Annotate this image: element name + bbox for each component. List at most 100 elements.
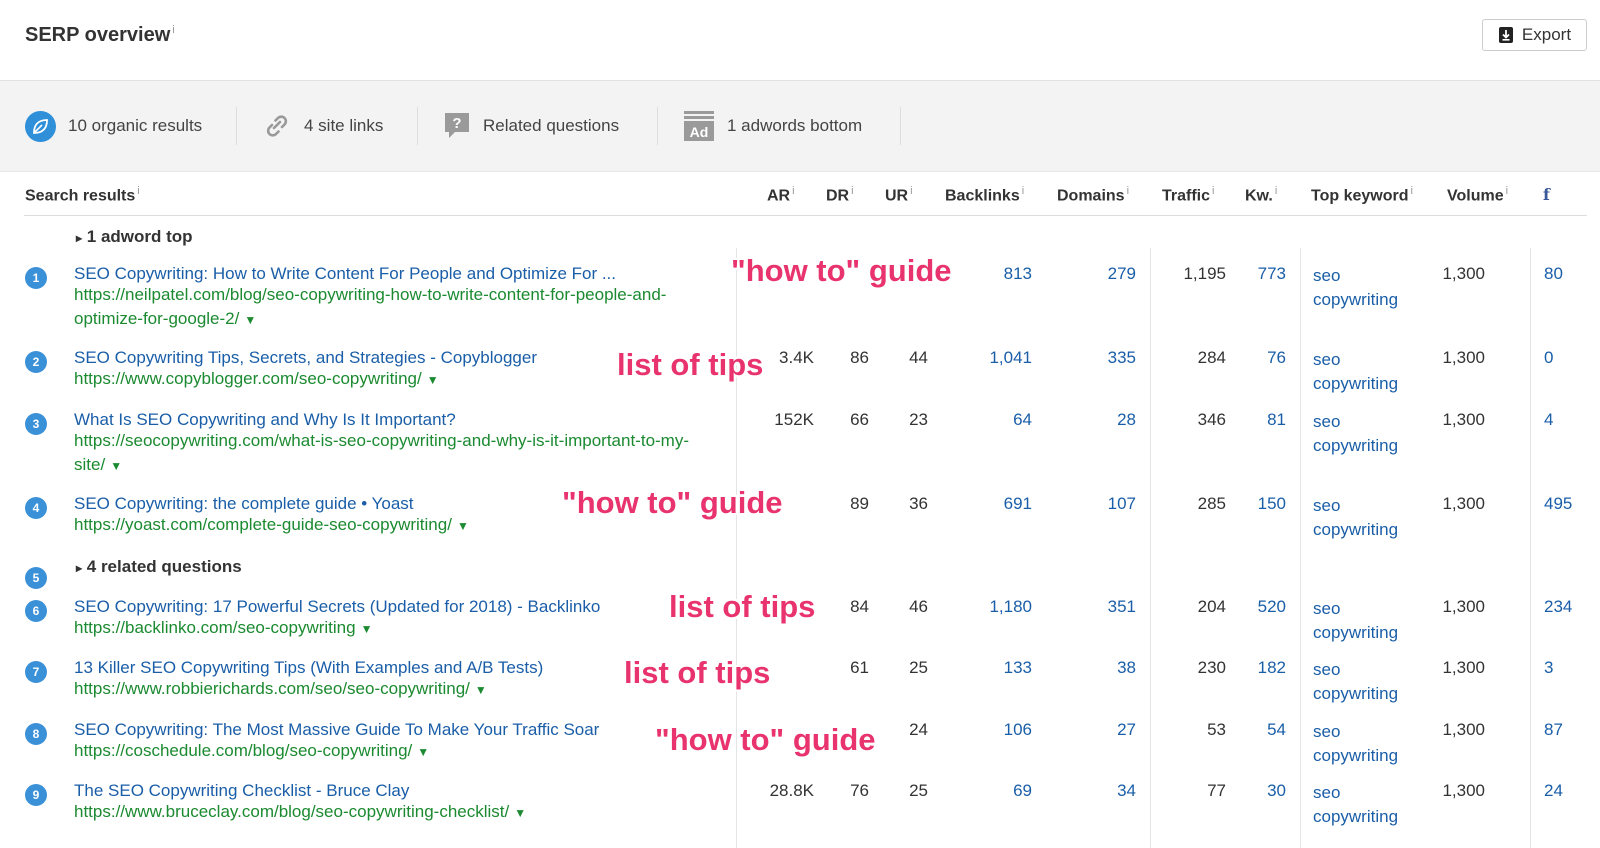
kw-value[interactable]: 30 [1267,781,1286,801]
rank-badge: 1 [25,267,47,289]
facebook-value[interactable]: 3 [1544,658,1553,678]
top-keyword-link[interactable]: seo copywriting [1313,658,1403,706]
top-keyword-link[interactable]: seo copywriting [1313,597,1403,645]
backlinks-value[interactable]: 1,041 [989,348,1032,368]
leaf-icon [25,110,56,142]
facebook-value[interactable]: 4 [1544,410,1553,430]
result-url-link[interactable]: https://www.bruceclay.com/blog/seo-copyw… [74,800,714,825]
feature-organic[interactable]: 10 organic results [25,81,202,171]
annotation-how-to-guide: "how to" guide [562,485,783,520]
domains-value[interactable]: 107 [1108,494,1136,514]
col-top-keyword[interactable]: Top keyword i [1311,185,1413,205]
domains-value[interactable]: 27 [1117,720,1136,740]
facebook-icon[interactable]: f [1543,185,1550,204]
domains-value[interactable]: 28 [1117,410,1136,430]
traffic-value: 204 [1197,597,1226,616]
col-traffic[interactable]: Traffic i [1162,185,1214,205]
result-title-link[interactable]: What Is SEO Copywriting and Why Is It Im… [74,410,456,430]
feature-sitelinks[interactable]: 4 site links [262,81,383,171]
ur-value: 25 [909,658,928,677]
dr-value: 61 [850,658,869,677]
backlinks-value[interactable]: 1,180 [989,597,1032,617]
kw-value[interactable]: 54 [1267,720,1286,740]
facebook-value[interactable]: 234 [1544,597,1572,617]
kw-value[interactable]: 76 [1267,348,1286,368]
related-questions-toggle[interactable]: ▸ 4 related questions [76,557,242,577]
result-title-link[interactable]: SEO Copywriting: The Most Massive Guide … [74,720,599,740]
svg-text:Ad: Ad [690,124,709,140]
result-title-link[interactable]: 13 Killer SEO Copywriting Tips (With Exa… [74,658,543,678]
annotation-how-to-guide: "how to" guide [655,722,876,757]
col-backlinks[interactable]: Backlinks i [945,185,1024,205]
backlinks-value[interactable]: 64 [1013,410,1032,430]
dropdown-caret-icon: ▼ [514,806,527,820]
divider [24,215,1587,216]
col-domains[interactable]: Domains i [1057,185,1129,205]
volume-value: 1,300 [1442,781,1485,800]
caret-right-icon: ▸ [76,231,83,245]
result-url-link[interactable]: https://neilpatel.com/blog/seo-copywriti… [74,283,714,332]
traffic-value: 285 [1197,494,1226,513]
feature-related-questions[interactable]: ? Related questions [443,81,619,171]
kw-value[interactable]: 150 [1258,494,1286,514]
result-title-link[interactable]: The SEO Copywriting Checklist - Bruce Cl… [74,781,409,801]
facebook-value[interactable]: 495 [1544,494,1572,514]
domains-value[interactable]: 351 [1108,597,1136,617]
backlinks-value[interactable]: 691 [1004,494,1032,514]
result-url-link[interactable]: https://www.robbierichards.com/seo/seo-c… [74,677,714,702]
backlinks-value[interactable]: 813 [1004,264,1032,284]
col-kw[interactable]: Kw. i [1245,185,1277,205]
annotation-list-of-tips: list of tips [617,347,764,382]
dr-value: 84 [850,597,869,616]
feature-adwords[interactable]: Ad 1 adwords bottom [683,81,862,171]
col-ar[interactable]: AR i [767,185,795,205]
domains-value[interactable]: 335 [1108,348,1136,368]
facebook-value[interactable]: 0 [1544,348,1553,368]
top-keyword-link[interactable]: seo copywriting [1313,410,1403,458]
domains-value[interactable]: 279 [1108,264,1136,284]
ar-value: 152K [774,410,814,429]
dr-value: 76 [850,781,869,800]
kw-value[interactable]: 182 [1258,658,1286,678]
ur-value: 23 [909,410,928,429]
volume-value: 1,300 [1442,348,1485,367]
ar-value: 3.4K [779,348,814,367]
col-dr[interactable]: DR i [826,185,854,205]
kw-value[interactable]: 81 [1267,410,1286,430]
result-url-link[interactable]: https://backlinko.com/seo-copywriting ▼ [74,616,714,641]
kw-value[interactable]: 773 [1258,264,1286,284]
dropdown-caret-icon: ▼ [426,373,439,387]
result-url-link[interactable]: https://coschedule.com/blog/seo-copywrit… [74,739,714,764]
col-search-results[interactable]: Search results i [25,185,140,205]
top-keyword-link[interactable]: seo copywriting [1313,348,1403,396]
result-title-link[interactable]: SEO Copywriting: the complete guide • Yo… [74,494,414,514]
facebook-value[interactable]: 24 [1544,781,1563,801]
result-url-link[interactable]: https://seocopywriting.com/what-is-seo-c… [74,429,714,478]
adword-top-toggle[interactable]: ▸ 1 adword top [76,227,193,247]
traffic-value: 284 [1197,348,1226,367]
top-keyword-link[interactable]: seo copywriting [1313,720,1403,768]
top-keyword-link[interactable]: seo copywriting [1313,264,1403,312]
rank-badge: 3 [25,413,47,435]
col-ur[interactable]: UR i [885,185,913,205]
page-title: SERP overview i [25,24,175,46]
backlinks-value[interactable]: 133 [1004,658,1032,678]
traffic-value: 346 [1197,410,1226,429]
top-keyword-link[interactable]: seo copywriting [1313,494,1403,542]
backlinks-value[interactable]: 106 [1004,720,1032,740]
export-label: Export [1521,25,1572,44]
col-volume[interactable]: Volume i [1447,185,1508,205]
backlinks-value[interactable]: 69 [1013,781,1032,801]
export-button[interactable]: Export [1482,19,1587,51]
kw-value[interactable]: 520 [1258,597,1286,617]
domains-value[interactable]: 34 [1117,781,1136,801]
result-title-link[interactable]: SEO Copywriting: 17 Powerful Secrets (Up… [74,597,600,617]
ur-value: 36 [909,494,928,513]
result-title-link[interactable]: SEO Copywriting: How to Write Content Fo… [74,264,616,284]
top-keyword-link[interactable]: seo copywriting [1313,781,1403,829]
result-title-link[interactable]: SEO Copywriting Tips, Secrets, and Strat… [74,348,537,368]
domains-value[interactable]: 38 [1117,658,1136,678]
facebook-value[interactable]: 87 [1544,720,1563,740]
info-icon[interactable]: i [172,24,174,36]
facebook-value[interactable]: 80 [1544,264,1563,284]
